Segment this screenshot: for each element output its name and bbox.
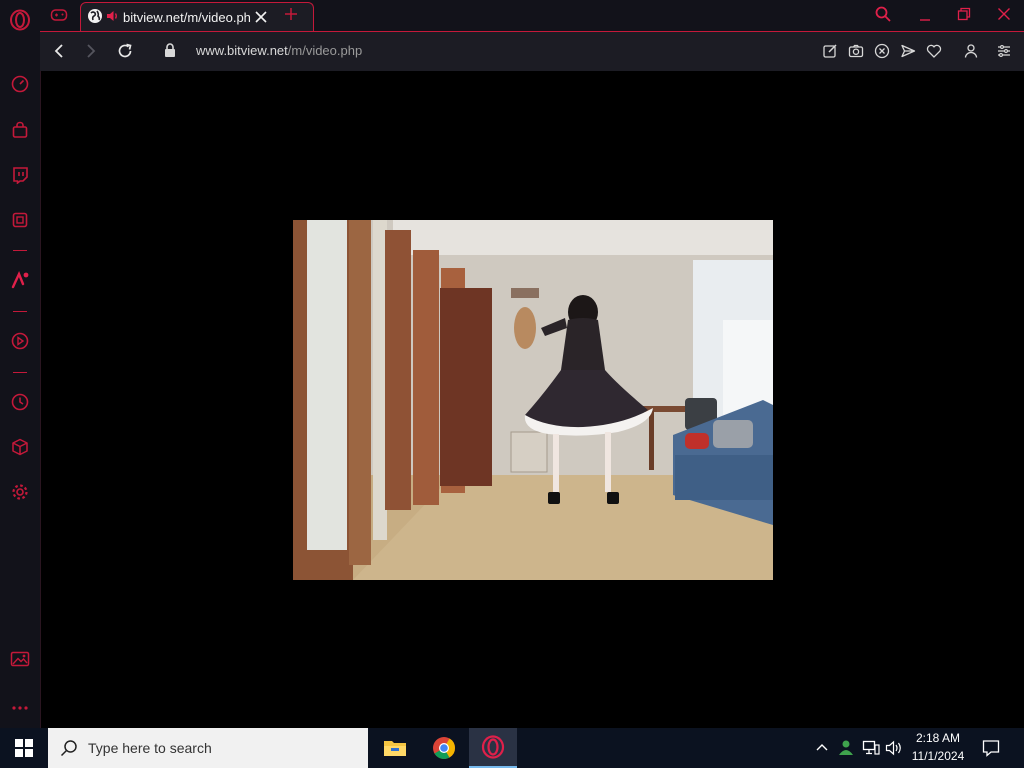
player-icon[interactable] [8, 329, 32, 353]
search-placeholder: Type here to search [88, 740, 212, 756]
lock-icon[interactable] [164, 43, 176, 58]
settings-icon[interactable] [8, 480, 32, 504]
twitch-icon[interactable] [8, 163, 32, 187]
people-icon[interactable] [837, 739, 855, 757]
history-icon[interactable] [8, 390, 32, 414]
sidebar [0, 0, 41, 728]
close-tab-icon[interactable] [255, 11, 267, 23]
aria-ai-icon[interactable] [8, 268, 32, 292]
start-button[interactable] [0, 728, 48, 768]
url-field[interactable]: www.bitview.net/m/video.php [196, 43, 362, 58]
forward-icon[interactable] [84, 43, 98, 59]
close-window-icon[interactable] [997, 7, 1011, 21]
url-path: /m/video.php [287, 43, 363, 58]
file-explorer-app[interactable] [371, 728, 419, 768]
opera-logo-icon[interactable] [8, 8, 32, 32]
more-icon[interactable] [8, 696, 32, 720]
page-content [41, 71, 1024, 728]
search-tabs-icon[interactable] [875, 6, 891, 22]
volume-icon[interactable] [885, 740, 903, 756]
camera-icon[interactable] [848, 43, 864, 59]
heart-icon[interactable] [926, 43, 942, 59]
shopping-bag-icon[interactable] [8, 118, 32, 142]
extensions-icon[interactable] [8, 435, 32, 459]
taskbar: Type here to search 2:18 AM 11/1/2024 [0, 728, 1024, 768]
restore-icon[interactable] [957, 7, 971, 21]
globe-icon [87, 8, 103, 24]
notifications-icon[interactable] [982, 739, 1000, 757]
reload-icon[interactable] [117, 43, 133, 59]
send-icon[interactable] [900, 43, 916, 59]
easy-setup-icon[interactable] [997, 44, 1011, 58]
clock-time[interactable]: 2:18 AM [904, 731, 972, 745]
chrome-icon [433, 737, 455, 759]
show-hidden-icons[interactable] [816, 742, 828, 752]
taskbar-search-box[interactable]: Type here to search [48, 728, 368, 768]
tab-active[interactable]: bitview.net/m/video.php [80, 2, 314, 31]
wallpaper-icon[interactable] [8, 647, 32, 671]
tab-title: bitview.net/m/video.php [123, 10, 251, 25]
chrome-app[interactable] [420, 728, 468, 768]
adblock-icon[interactable] [874, 43, 890, 59]
account-icon[interactable] [964, 43, 978, 59]
address-bar: www.bitview.net/m/video.php [40, 31, 1024, 71]
speed-dial-icon[interactable] [8, 72, 32, 96]
video-player[interactable] [293, 220, 773, 580]
windows-icon [15, 739, 33, 757]
video-frame-image [293, 220, 773, 580]
url-host: www.bitview.net [196, 43, 288, 58]
opera-gx-icon [481, 735, 505, 759]
opera-gx-app[interactable] [469, 728, 517, 768]
tab-islands-icon[interactable] [8, 208, 32, 232]
folder-icon [384, 741, 406, 756]
minimize-icon[interactable] [918, 8, 932, 22]
speaker-icon[interactable] [106, 9, 120, 23]
tab-bar: bitview.net/m/video.php [40, 0, 1024, 31]
new-tab-icon[interactable] [284, 7, 298, 21]
edit-icon[interactable] [822, 43, 838, 59]
back-icon[interactable] [52, 43, 66, 59]
search-icon [60, 739, 78, 757]
clock-date[interactable]: 11/1/2024 [904, 749, 972, 763]
gamepad-icon[interactable] [50, 7, 68, 23]
network-icon[interactable] [862, 740, 880, 756]
